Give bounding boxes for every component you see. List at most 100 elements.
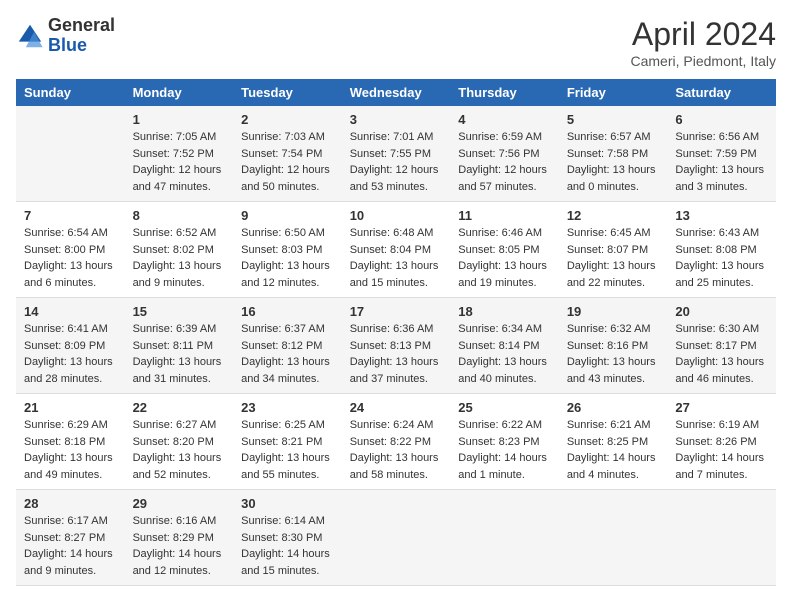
location-subtitle: Cameri, Piedmont, Italy: [631, 53, 777, 69]
calendar-cell: 1 Sunrise: 7:05 AM Sunset: 7:52 PM Daylig…: [125, 106, 234, 202]
day-number: 11: [458, 208, 551, 223]
day-number: 7: [24, 208, 117, 223]
calendar-cell: 29 Sunrise: 6:16 AM Sunset: 8:29 PM Dayli…: [125, 490, 234, 586]
calendar-body: 1 Sunrise: 7:05 AM Sunset: 7:52 PM Daylig…: [16, 106, 776, 586]
calendar-cell: 3Sunrise: 7:01 AM Sunset: 7:55 PM Daylig…: [342, 106, 451, 202]
calendar-cell: [342, 490, 451, 586]
calendar-cell: [559, 490, 668, 586]
day-number: 30: [241, 496, 334, 511]
calendar-cell: 7 Sunrise: 6:54 AM Sunset: 8:00 PM Daylig…: [16, 202, 125, 298]
day-info: Sunrise: 6:37 AM Sunset: 8:12 PM Dayligh…: [241, 321, 334, 387]
day-info: Sunrise: 6:50 AM Sunset: 8:03 PM Dayligh…: [241, 225, 334, 291]
calendar-cell: 18 Sunrise: 6:34 AM Sunset: 8:14 PM Dayli…: [450, 298, 559, 394]
day-number: 25: [458, 400, 551, 415]
calendar-cell: [667, 490, 776, 586]
day-info: Sunrise: 6:48 AM Sunset: 8:04 PM Dayligh…: [350, 225, 443, 291]
calendar-cell: 6Sunrise: 6:56 AM Sunset: 7:59 PM Daylig…: [667, 106, 776, 202]
calendar-header-row: SundayMondayTuesdayWednesdayThursdayFrid…: [16, 79, 776, 106]
day-number: 1: [133, 112, 226, 127]
day-info: Sunrise: 6:29 AM Sunset: 8:18 PM Dayligh…: [24, 417, 117, 483]
logo-icon: [16, 22, 44, 50]
day-info: Sunrise: 7:01 AM Sunset: 7:55 PM Dayligh…: [350, 129, 443, 195]
day-number: 20: [675, 304, 768, 319]
calendar-cell: 13 Sunrise: 6:43 AM Sunset: 8:08 PM Dayli…: [667, 202, 776, 298]
calendar-cell: [450, 490, 559, 586]
day-info: Sunrise: 6:27 AM Sunset: 8:20 PM Dayligh…: [133, 417, 226, 483]
day-info: Sunrise: 7:05 AM Sunset: 7:52 PM Dayligh…: [133, 129, 226, 195]
day-number: 23: [241, 400, 334, 415]
day-info: Sunrise: 6:19 AM Sunset: 8:26 PM Dayligh…: [675, 417, 768, 483]
week-row-1: 1 Sunrise: 7:05 AM Sunset: 7:52 PM Daylig…: [16, 106, 776, 202]
day-info: Sunrise: 6:59 AM Sunset: 7:56 PM Dayligh…: [458, 129, 551, 195]
day-info: Sunrise: 6:16 AM Sunset: 8:29 PM Dayligh…: [133, 513, 226, 579]
calendar-cell: 10 Sunrise: 6:48 AM Sunset: 8:04 PM Dayli…: [342, 202, 451, 298]
day-number: 12: [567, 208, 660, 223]
calendar-cell: 14 Sunrise: 6:41 AM Sunset: 8:09 PM Dayli…: [16, 298, 125, 394]
calendar-cell: 22 Sunrise: 6:27 AM Sunset: 8:20 PM Dayli…: [125, 394, 234, 490]
day-number: 14: [24, 304, 117, 319]
day-info: Sunrise: 6:52 AM Sunset: 8:02 PM Dayligh…: [133, 225, 226, 291]
day-number: 18: [458, 304, 551, 319]
calendar-table: SundayMondayTuesdayWednesdayThursdayFrid…: [16, 79, 776, 586]
calendar-cell: 28Sunrise: 6:17 AM Sunset: 8:27 PM Dayli…: [16, 490, 125, 586]
day-number: 27: [675, 400, 768, 415]
calendar-cell: 19Sunrise: 6:32 AM Sunset: 8:16 PM Dayli…: [559, 298, 668, 394]
logo: General Blue: [16, 16, 115, 56]
week-row-5: 28Sunrise: 6:17 AM Sunset: 8:27 PM Dayli…: [16, 490, 776, 586]
column-header-tuesday: Tuesday: [233, 79, 342, 106]
calendar-cell: 11Sunrise: 6:46 AM Sunset: 8:05 PM Dayli…: [450, 202, 559, 298]
day-number: 17: [350, 304, 443, 319]
calendar-cell: 17 Sunrise: 6:36 AM Sunset: 8:13 PM Dayli…: [342, 298, 451, 394]
week-row-4: 21 Sunrise: 6:29 AM Sunset: 8:18 PM Dayli…: [16, 394, 776, 490]
calendar-cell: 21 Sunrise: 6:29 AM Sunset: 8:18 PM Dayli…: [16, 394, 125, 490]
calendar-cell: 20Sunrise: 6:30 AM Sunset: 8:17 PM Dayli…: [667, 298, 776, 394]
column-header-saturday: Saturday: [667, 79, 776, 106]
day-number: 10: [350, 208, 443, 223]
day-number: 13: [675, 208, 768, 223]
day-number: 5: [567, 112, 660, 127]
logo-blue-text: Blue: [48, 35, 87, 55]
day-number: 9: [241, 208, 334, 223]
day-number: 24: [350, 400, 443, 415]
day-info: Sunrise: 6:41 AM Sunset: 8:09 PM Dayligh…: [24, 321, 117, 387]
calendar-cell: 9 Sunrise: 6:50 AM Sunset: 8:03 PM Daylig…: [233, 202, 342, 298]
day-number: 19: [567, 304, 660, 319]
day-info: Sunrise: 6:39 AM Sunset: 8:11 PM Dayligh…: [133, 321, 226, 387]
week-row-2: 7 Sunrise: 6:54 AM Sunset: 8:00 PM Daylig…: [16, 202, 776, 298]
calendar-cell: 26 Sunrise: 6:21 AM Sunset: 8:25 PM Dayli…: [559, 394, 668, 490]
logo-general-text: General: [48, 15, 115, 35]
day-info: Sunrise: 6:45 AM Sunset: 8:07 PM Dayligh…: [567, 225, 660, 291]
day-info: Sunrise: 6:36 AM Sunset: 8:13 PM Dayligh…: [350, 321, 443, 387]
day-info: Sunrise: 6:21 AM Sunset: 8:25 PM Dayligh…: [567, 417, 660, 483]
column-header-sunday: Sunday: [16, 79, 125, 106]
calendar-cell: 5 Sunrise: 6:57 AM Sunset: 7:58 PM Daylig…: [559, 106, 668, 202]
calendar-cell: 4Sunrise: 6:59 AM Sunset: 7:56 PM Daylig…: [450, 106, 559, 202]
day-number: 29: [133, 496, 226, 511]
day-info: Sunrise: 6:25 AM Sunset: 8:21 PM Dayligh…: [241, 417, 334, 483]
day-info: Sunrise: 6:22 AM Sunset: 8:23 PM Dayligh…: [458, 417, 551, 483]
month-title: April 2024: [631, 16, 777, 53]
calendar-cell: 12 Sunrise: 6:45 AM Sunset: 8:07 PM Dayli…: [559, 202, 668, 298]
calendar-cell: 8Sunrise: 6:52 AM Sunset: 8:02 PM Daylig…: [125, 202, 234, 298]
calendar-cell: 30 Sunrise: 6:14 AM Sunset: 8:30 PM Dayli…: [233, 490, 342, 586]
day-info: Sunrise: 6:54 AM Sunset: 8:00 PM Dayligh…: [24, 225, 117, 291]
column-header-thursday: Thursday: [450, 79, 559, 106]
day-number: 26: [567, 400, 660, 415]
day-info: Sunrise: 6:34 AM Sunset: 8:14 PM Dayligh…: [458, 321, 551, 387]
day-number: 15: [133, 304, 226, 319]
day-info: Sunrise: 6:57 AM Sunset: 7:58 PM Dayligh…: [567, 129, 660, 195]
day-info: Sunrise: 6:14 AM Sunset: 8:30 PM Dayligh…: [241, 513, 334, 579]
day-info: Sunrise: 6:43 AM Sunset: 8:08 PM Dayligh…: [675, 225, 768, 291]
week-row-3: 14 Sunrise: 6:41 AM Sunset: 8:09 PM Dayli…: [16, 298, 776, 394]
calendar-cell: 23 Sunrise: 6:25 AM Sunset: 8:21 PM Dayli…: [233, 394, 342, 490]
day-number: 28: [24, 496, 117, 511]
calendar-cell: 15 Sunrise: 6:39 AM Sunset: 8:11 PM Dayli…: [125, 298, 234, 394]
day-info: Sunrise: 6:24 AM Sunset: 8:22 PM Dayligh…: [350, 417, 443, 483]
day-info: Sunrise: 6:56 AM Sunset: 7:59 PM Dayligh…: [675, 129, 768, 195]
calendar-cell: 16Sunrise: 6:37 AM Sunset: 8:12 PM Dayli…: [233, 298, 342, 394]
calendar-cell: 27 Sunrise: 6:19 AM Sunset: 8:26 PM Dayli…: [667, 394, 776, 490]
day-number: 2: [241, 112, 334, 127]
column-header-wednesday: Wednesday: [342, 79, 451, 106]
day-number: 22: [133, 400, 226, 415]
day-number: 21: [24, 400, 117, 415]
